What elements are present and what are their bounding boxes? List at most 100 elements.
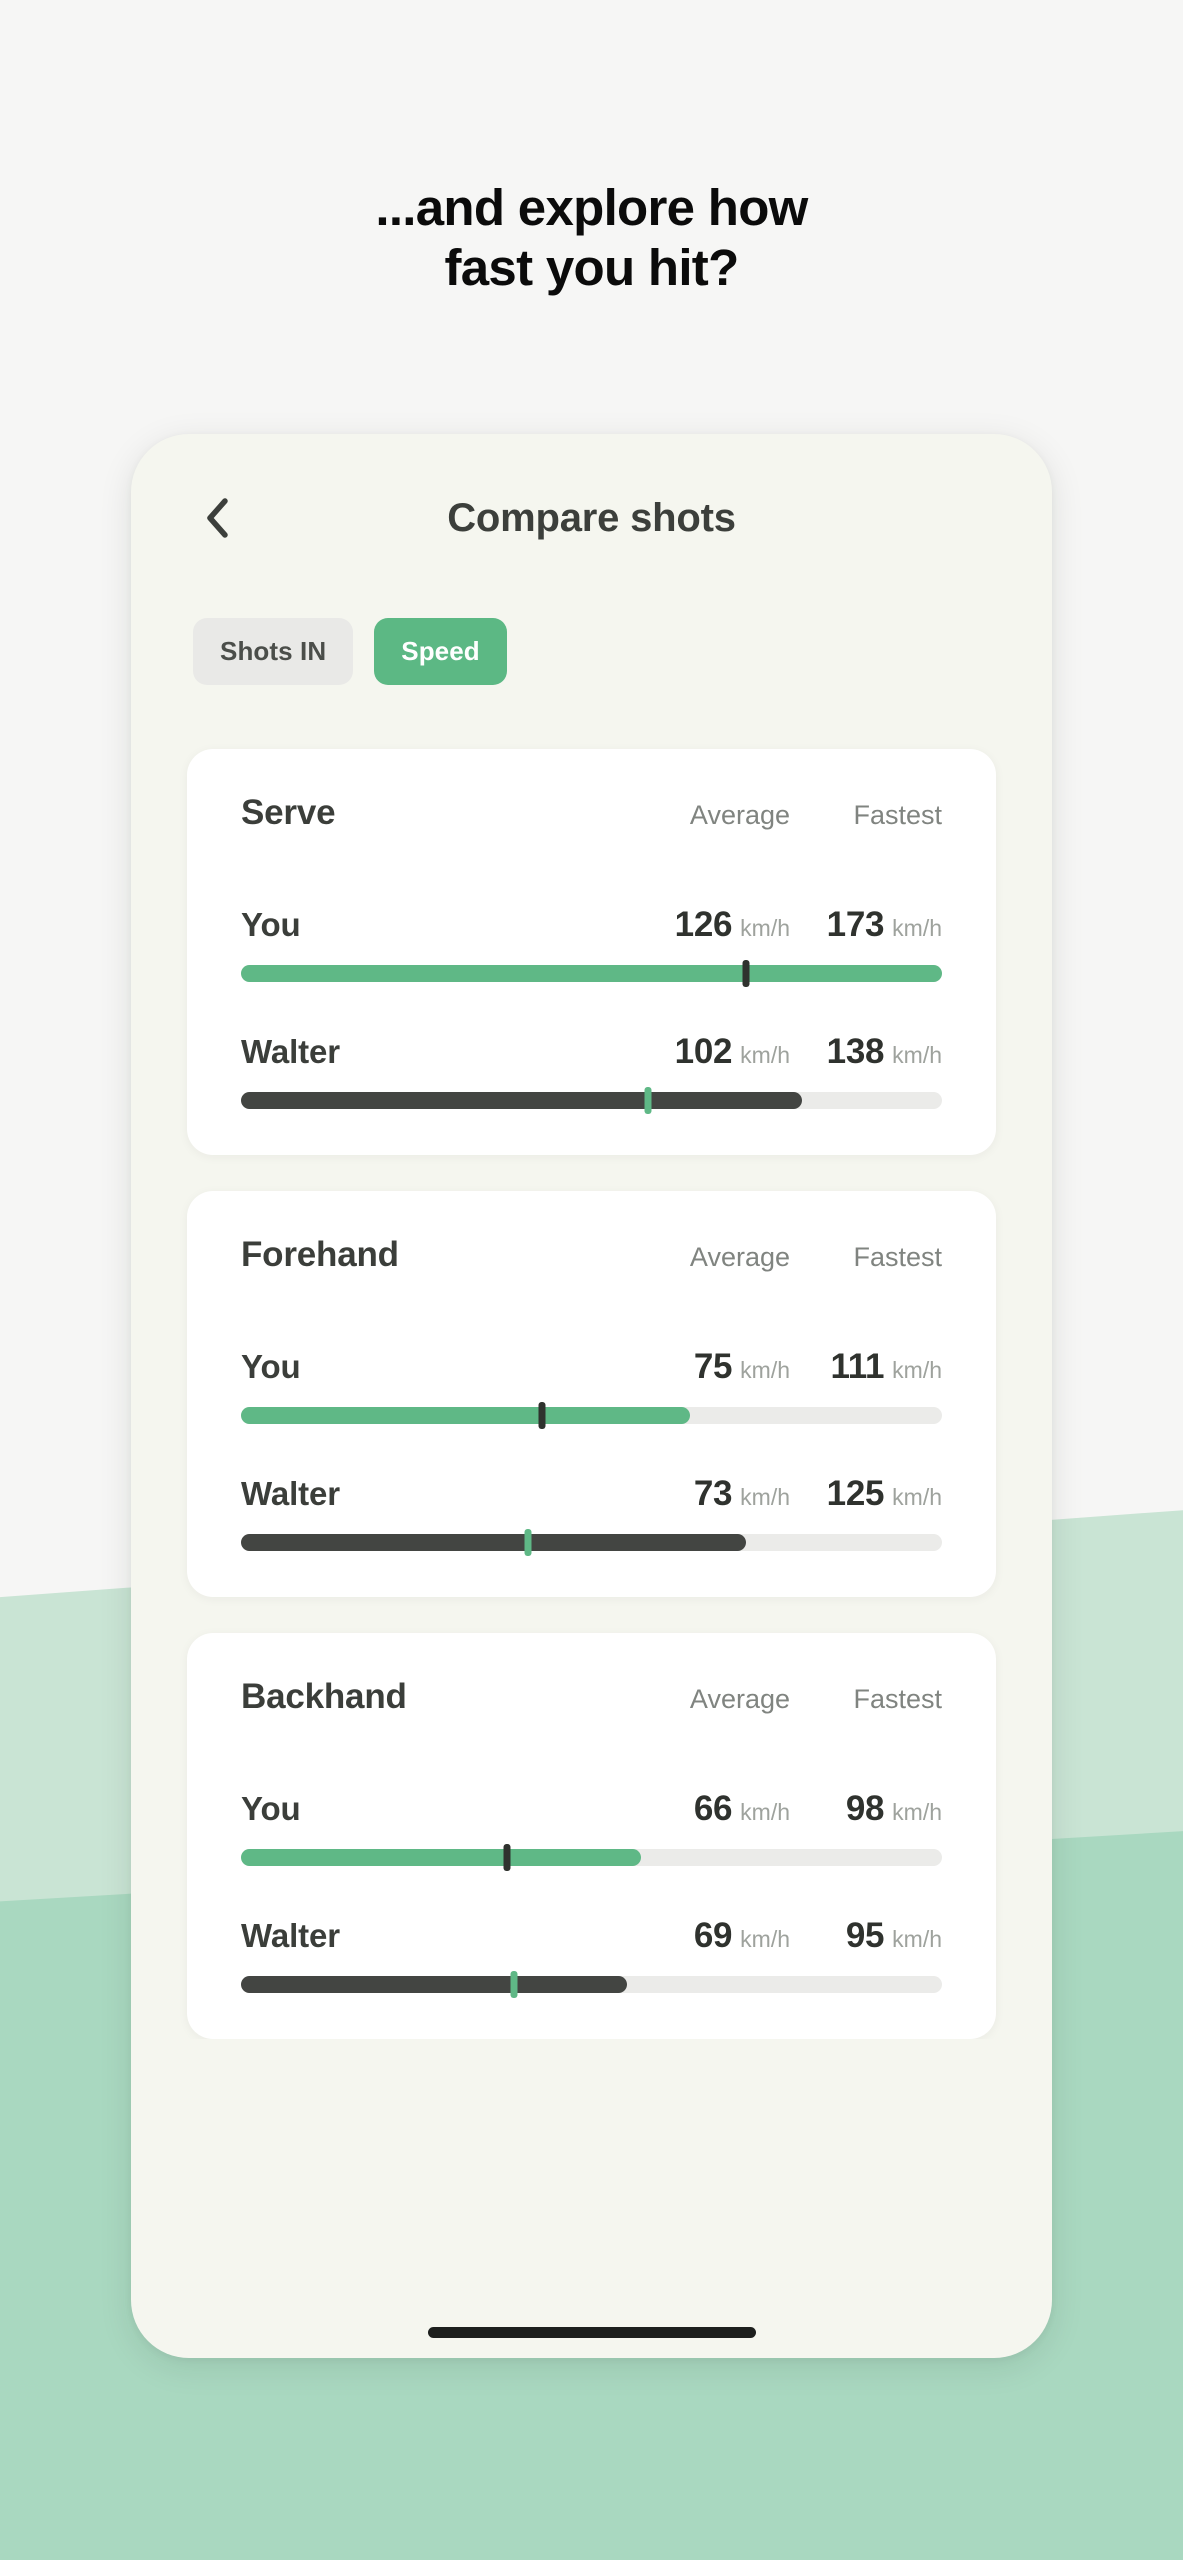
tab-speed-label: Speed bbox=[401, 636, 480, 666]
stat-average-value: 69 bbox=[693, 1916, 733, 1955]
player-stats-row: You 126 km/h 173 km/h bbox=[241, 905, 942, 945]
speed-bar-track bbox=[241, 1402, 942, 1429]
player-stats: 66 km/h 98 km/h bbox=[632, 1789, 942, 1829]
speed-bar-track bbox=[241, 1529, 942, 1556]
player-row: You 126 km/h 173 km/h bbox=[241, 905, 942, 987]
stat-average-value: 102 bbox=[674, 1032, 733, 1071]
player-stats: 73 km/h 125 km/h bbox=[632, 1474, 942, 1514]
chevron-left-icon bbox=[204, 497, 230, 539]
player-stats: 69 km/h 95 km/h bbox=[632, 1916, 942, 1956]
stat-fastest-value: 98 bbox=[845, 1789, 885, 1828]
player-name: Walter bbox=[241, 1475, 341, 1512]
stat-fastest-value: 173 bbox=[826, 905, 885, 944]
card-title: Serve bbox=[241, 793, 336, 832]
shot-card: Forehand Average Fastest You 75 km/h 111… bbox=[187, 1191, 996, 1597]
player-stats-row: Walter 102 km/h 138 km/h bbox=[241, 1032, 942, 1072]
speed-bar-fill bbox=[241, 1849, 641, 1866]
player-stats: 75 km/h 111 km/h bbox=[632, 1347, 942, 1387]
player-row: Walter 102 km/h 138 km/h bbox=[241, 1032, 942, 1114]
player-name: You bbox=[241, 1348, 301, 1385]
player-stats-row: Walter 69 km/h 95 km/h bbox=[241, 1916, 942, 1956]
player-row: You 66 km/h 98 km/h bbox=[241, 1789, 942, 1871]
speed-bar-average-marker bbox=[644, 1087, 652, 1114]
home-indicator bbox=[427, 2327, 756, 2338]
player-stats-row: You 66 km/h 98 km/h bbox=[241, 1789, 942, 1829]
column-header-fastest: Fastest bbox=[853, 800, 942, 830]
speed-bar-fill bbox=[241, 1092, 802, 1109]
stat-average: 102 km/h bbox=[632, 1032, 790, 1072]
stat-average-unit: km/h bbox=[740, 1926, 790, 1952]
player-name: Walter bbox=[241, 1033, 341, 1070]
player-row: You 75 km/h 111 km/h bbox=[241, 1347, 942, 1429]
speed-bar-track bbox=[241, 1844, 942, 1871]
player-stats-row: You 75 km/h 111 km/h bbox=[241, 1347, 942, 1387]
stat-fastest: 95 km/h bbox=[790, 1916, 942, 1956]
column-headers: Average Fastest bbox=[632, 1242, 942, 1273]
stat-fastest: 173 km/h bbox=[790, 905, 942, 945]
stat-average: 126 km/h bbox=[632, 905, 790, 945]
speed-bar-average-marker bbox=[742, 960, 750, 987]
column-header-average: Average bbox=[689, 1242, 790, 1272]
column-headers: Average Fastest bbox=[632, 1684, 942, 1715]
speed-bar-fill bbox=[241, 1976, 627, 1993]
stat-average-unit: km/h bbox=[740, 1042, 790, 1068]
tab-shots-in[interactable]: Shots IN bbox=[193, 618, 354, 685]
page-headline: ...and explore how fast you hit? bbox=[0, 178, 1183, 298]
speed-bar-fill bbox=[241, 1534, 746, 1551]
speed-bar-track bbox=[241, 1971, 942, 1998]
tab-speed[interactable]: Speed bbox=[374, 618, 507, 685]
stat-fastest-unit: km/h bbox=[892, 915, 942, 941]
stat-average-value: 73 bbox=[693, 1474, 733, 1513]
stat-fastest: 111 km/h bbox=[790, 1347, 942, 1387]
speed-bar-average-marker bbox=[510, 1971, 518, 1998]
tab-shots-in-label: Shots IN bbox=[220, 636, 327, 666]
headline-line-2: fast you hit? bbox=[444, 239, 739, 297]
shot-card: Serve Average Fastest You 126 km/h 173 k… bbox=[187, 749, 996, 1155]
stat-fastest-value: 125 bbox=[826, 1474, 885, 1513]
player-name: Walter bbox=[241, 1917, 341, 1954]
card-header: Serve Average Fastest bbox=[241, 793, 942, 833]
shot-card: Backhand Average Fastest You 66 km/h 98 … bbox=[187, 1633, 996, 2039]
speed-bar-fill bbox=[241, 965, 942, 982]
stat-average: 66 km/h bbox=[632, 1789, 790, 1829]
speed-bar-average-marker bbox=[538, 1402, 546, 1429]
player-stats-row: Walter 73 km/h 125 km/h bbox=[241, 1474, 942, 1514]
card-title: Backhand bbox=[241, 1677, 407, 1716]
stat-fastest: 125 km/h bbox=[790, 1474, 942, 1514]
stat-average-unit: km/h bbox=[740, 1484, 790, 1510]
player-row: Walter 69 km/h 95 km/h bbox=[241, 1916, 942, 1998]
stat-fastest-unit: km/h bbox=[892, 1357, 942, 1383]
stat-average: 73 km/h bbox=[632, 1474, 790, 1514]
stat-fastest-unit: km/h bbox=[892, 1926, 942, 1952]
stat-average-value: 126 bbox=[674, 905, 733, 944]
headline-line-1: ...and explore how bbox=[375, 179, 808, 236]
player-stats: 102 km/h 138 km/h bbox=[632, 1032, 942, 1072]
app-header: Compare shots bbox=[131, 434, 1052, 602]
back-button[interactable] bbox=[193, 494, 241, 542]
segmented-tabs: Shots IN Speed bbox=[131, 618, 1052, 685]
card-header: Forehand Average Fastest bbox=[241, 1235, 942, 1275]
stat-average-unit: km/h bbox=[740, 915, 790, 941]
stat-fastest-unit: km/h bbox=[892, 1484, 942, 1510]
phone-mockup: Compare shots Shots IN Speed Serve Avera… bbox=[131, 434, 1052, 2358]
player-row: Walter 73 km/h 125 km/h bbox=[241, 1474, 942, 1556]
player-stats: 126 km/h 173 km/h bbox=[632, 905, 942, 945]
speed-bar-fill bbox=[241, 1407, 690, 1424]
column-header-fastest: Fastest bbox=[853, 1684, 942, 1714]
column-header-average: Average bbox=[689, 1684, 790, 1714]
player-name: You bbox=[241, 1790, 301, 1827]
stat-average: 75 km/h bbox=[632, 1347, 790, 1387]
stat-fastest-unit: km/h bbox=[892, 1799, 942, 1825]
stat-average: 69 km/h bbox=[632, 1916, 790, 1956]
stat-average-value: 75 bbox=[693, 1347, 733, 1386]
player-name: You bbox=[241, 906, 301, 943]
stat-fastest: 138 km/h bbox=[790, 1032, 942, 1072]
stat-fastest-value: 111 bbox=[830, 1347, 885, 1386]
stat-average-unit: km/h bbox=[740, 1799, 790, 1825]
stat-fastest: 98 km/h bbox=[790, 1789, 942, 1829]
page-title: Compare shots bbox=[447, 495, 736, 540]
speed-bar-average-marker bbox=[524, 1529, 532, 1556]
speed-bar-track bbox=[241, 1087, 942, 1114]
column-header-fastest: Fastest bbox=[853, 1242, 942, 1272]
card-title: Forehand bbox=[241, 1235, 399, 1274]
